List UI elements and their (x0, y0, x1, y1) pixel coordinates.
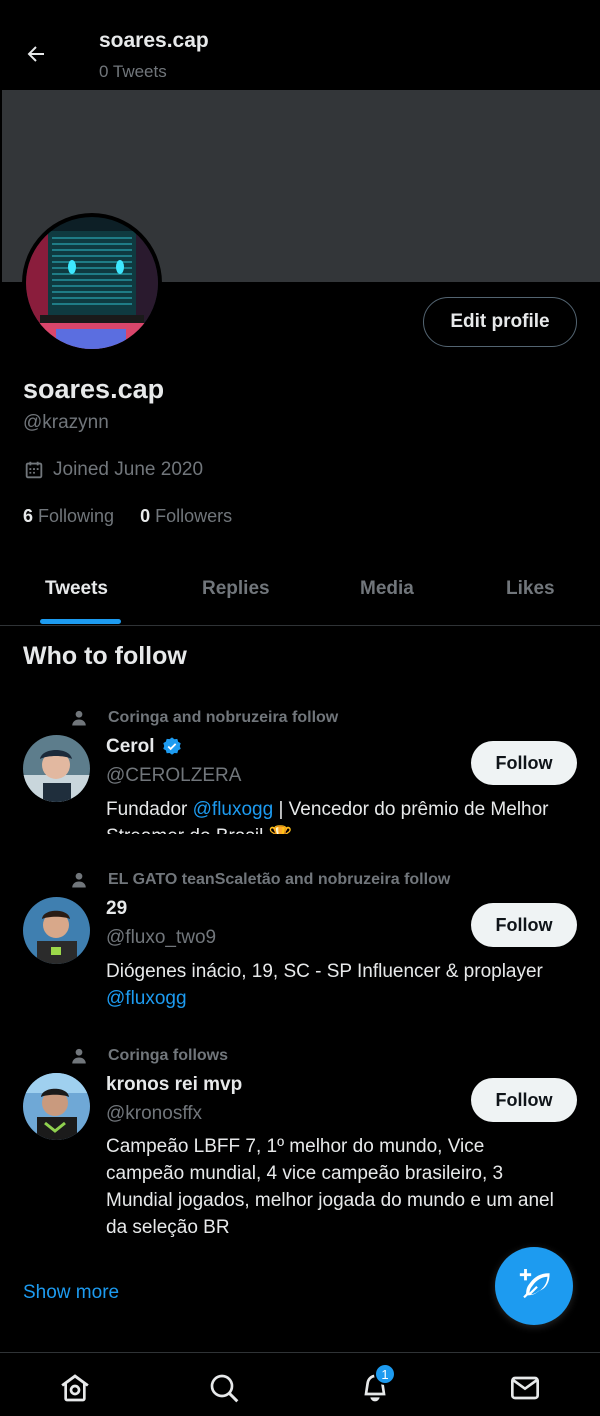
header-tweet-count: 0 Tweets (99, 62, 167, 81)
suggestion-bio: Fundador @fluxogg | Vencedor do prêmio d… (106, 796, 586, 834)
social-context: Coringa follows (70, 1047, 228, 1065)
suggestion-avatar[interactable] (23, 735, 90, 802)
suggestion-name[interactable]: kronos rei mvp (106, 1074, 242, 1096)
tab-replies[interactable]: Replies (202, 578, 270, 600)
suggestion-bio: Campeão LBFF 7, 1º melhor do mundo, Vice… (106, 1136, 554, 1238)
bio-mention-link[interactable]: @fluxogg (193, 799, 274, 820)
search-icon (210, 1374, 239, 1403)
back-button[interactable] (18, 36, 54, 72)
suggestion-name[interactable]: 29 (106, 898, 127, 920)
suggestion-name-text: 29 (106, 898, 128, 919)
suggestion-name-text: Cerol (106, 736, 155, 757)
social-context-text: Coringa and nobruzeira follow (108, 709, 339, 726)
person-icon (72, 1048, 86, 1064)
top-bar: soares.cap 0 Tweets (0, 0, 600, 90)
who-to-follow-title: Who to follow (23, 642, 187, 670)
follow-button[interactable]: Follow (471, 741, 577, 785)
suggestion-name[interactable]: Cerol (106, 736, 183, 758)
nav-messages[interactable] (508, 1371, 542, 1405)
followers-count: 0 (140, 506, 151, 526)
suggestion-bio: Diógenes inácio, 19, SC - SP Influencer … (106, 958, 586, 1012)
tab-media[interactable]: Media (360, 578, 414, 600)
bottom-navigation (0, 1352, 600, 1416)
social-context-text: EL GATO teanScaletão and nobruzeira foll… (108, 871, 451, 888)
feather-plus-icon (519, 1269, 550, 1299)
avatar-image (26, 217, 158, 349)
following-label: Following (38, 506, 115, 526)
suggestion-handle: @kronosffx (106, 1103, 203, 1124)
social-context: EL GATO teanScaletão and nobruzeira foll… (70, 871, 450, 889)
suggestion-avatar[interactable] (23, 897, 90, 964)
following-link[interactable]: 6 Following (23, 506, 114, 527)
nav-home[interactable] (58, 1371, 92, 1405)
header-title: soares.cap (99, 29, 209, 52)
suggestion-name-text: kronos rei mvp (106, 1074, 243, 1095)
compose-tweet-button[interactable] (495, 1247, 573, 1325)
bio-text: Diógenes inácio, 19, SC - SP Influencer … (106, 961, 543, 982)
envelope-icon (511, 1376, 539, 1400)
notification-badge: 1 (374, 1363, 396, 1385)
followers-link[interactable]: 0 Followers (140, 506, 232, 527)
follow-button[interactable]: Follow (471, 1078, 577, 1122)
following-count: 6 (23, 506, 34, 526)
profile-handle: @krazynn (23, 412, 109, 433)
arrow-left-icon (27, 46, 44, 62)
follow-button[interactable]: Follow (471, 903, 577, 947)
profile-tabs: Tweets Replies Media Likes (0, 560, 600, 626)
joined-date: Joined June 2020 (23, 459, 203, 481)
show-more-link[interactable]: Show more (23, 1282, 119, 1304)
calendar-icon (25, 461, 43, 479)
edit-profile-button[interactable]: Edit profile (423, 297, 577, 347)
follow-counts: 6 Following 0 Followers (23, 506, 232, 527)
suggestion-handle: @fluxo_two9 (106, 927, 217, 948)
social-context: Coringa and nobruzeira follow (70, 709, 338, 727)
suggestion-handle: @CEROLZERA (106, 765, 242, 786)
followers-label: Followers (155, 506, 233, 526)
home-icon (61, 1374, 89, 1402)
joined-text: Joined June 2020 (53, 459, 204, 480)
person-icon (72, 710, 86, 726)
suggestion-avatar[interactable] (23, 1073, 90, 1140)
tab-tweets[interactable]: Tweets (45, 578, 108, 600)
bio-text: Fundador (106, 799, 193, 820)
tab-likes[interactable]: Likes (506, 578, 555, 600)
profile-avatar[interactable] (22, 213, 162, 353)
nav-search[interactable] (207, 1371, 241, 1405)
person-icon (72, 872, 86, 888)
social-context-text: Coringa follows (108, 1047, 228, 1064)
verified-badge-icon (162, 737, 181, 755)
bio-mention-link[interactable]: @fluxogg (106, 988, 187, 1009)
profile-display-name: soares.cap (23, 374, 165, 404)
active-tab-indicator (40, 619, 121, 624)
